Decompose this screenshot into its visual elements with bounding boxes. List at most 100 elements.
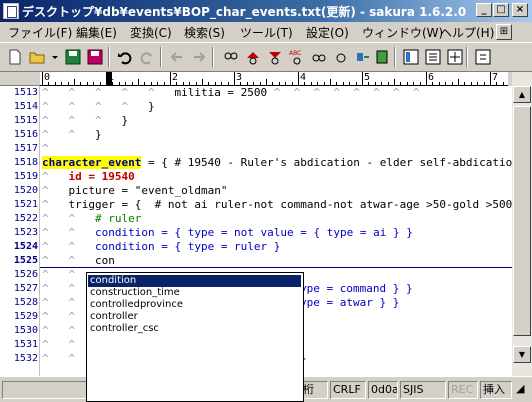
line-number: 1523	[13, 227, 38, 238]
minimize-button[interactable]: _	[476, 3, 492, 17]
line-number: 1532	[13, 353, 38, 364]
replace-icon[interactable]: ABC	[288, 48, 306, 66]
ruler-tick	[259, 82, 261, 85]
compare-icon[interactable]	[354, 48, 372, 66]
save-as-icon[interactable]	[86, 48, 104, 66]
autocomplete-item[interactable]: controller_csc	[88, 323, 301, 335]
ruler-tick	[477, 82, 479, 85]
menu-settings[interactable]: 設定(O)	[306, 24, 349, 41]
autocomplete-popup[interactable]: condition construction_time controlledpr…	[86, 272, 304, 402]
type-settings-icon[interactable]	[424, 48, 442, 66]
status-rec: REC	[448, 381, 478, 399]
autocomplete-item[interactable]: condition	[88, 275, 301, 287]
line-number: 1527	[13, 283, 38, 294]
search-next-icon[interactable]	[266, 48, 284, 66]
resize-grip-icon[interactable]: ◢	[514, 381, 530, 399]
ruler-tick	[61, 82, 63, 85]
ruler-tick	[93, 82, 95, 85]
menu-window[interactable]: ウィンドウ(W)	[362, 24, 443, 41]
maximize-button[interactable]: □	[493, 3, 509, 17]
ruler-tick	[400, 82, 402, 85]
code-line: ^ ^ condition = { type = ruler }	[42, 240, 281, 253]
ruler-tick	[483, 82, 485, 85]
ruler-tick	[240, 82, 242, 85]
bookmark-icon[interactable]	[374, 48, 392, 66]
ruler[interactable]: 01234567	[40, 72, 508, 86]
ruler-tick	[464, 82, 466, 85]
toolbar-separator	[160, 47, 162, 67]
code-line: ^	[42, 142, 49, 155]
ruler-tick	[54, 82, 56, 85]
status-insert-mode[interactable]: 挿入	[480, 381, 512, 399]
ruler-tick	[48, 82, 50, 85]
autocomplete-item[interactable]: controller	[88, 311, 301, 323]
ruler-tick	[413, 82, 415, 85]
new-file-icon[interactable]	[6, 48, 24, 66]
ruler-tick	[291, 82, 293, 85]
ruler-tick	[432, 82, 434, 85]
line-number: 1521	[13, 199, 38, 210]
ruler-tick	[336, 82, 338, 85]
line-number: 1525	[13, 255, 38, 266]
ruler-tick	[445, 82, 447, 85]
status-eol[interactable]: CRLF	[330, 381, 366, 399]
status-char-code: 0d0a	[368, 381, 398, 399]
jump-back-icon[interactable]	[168, 48, 186, 66]
ruler-tick	[304, 82, 306, 85]
menu-help[interactable]: ヘルプ(H)	[440, 24, 494, 41]
search-icon[interactable]	[222, 48, 240, 66]
ruler-tick	[502, 82, 504, 85]
ruler-tick	[170, 72, 171, 85]
scroll-down-button[interactable]: ▼	[513, 346, 531, 363]
jump-forward-icon[interactable]	[190, 48, 208, 66]
scroll-up-button[interactable]: ▲	[513, 86, 531, 103]
menu-edit[interactable]: 編集(E)	[76, 24, 117, 41]
line-number: 1519	[13, 171, 38, 182]
save-icon[interactable]	[64, 48, 82, 66]
ruler-tick	[150, 82, 152, 85]
undo-icon[interactable]	[116, 48, 134, 66]
help-icon[interactable]	[474, 48, 492, 66]
ruler-tick	[406, 82, 408, 85]
ruler-tick	[317, 82, 319, 85]
ruler-tick	[189, 82, 191, 85]
grep-icon[interactable]	[310, 48, 328, 66]
search-prev-icon[interactable]	[244, 48, 262, 66]
ruler-tick	[86, 82, 88, 85]
ruler-tick	[419, 82, 421, 85]
ruler-tick	[176, 82, 178, 85]
code-line: ^ ^ # ruler	[42, 212, 142, 225]
code-line: ^ ^ condition = { type = not value = { t…	[42, 226, 413, 239]
redo-icon[interactable]	[138, 48, 156, 66]
code-line: ^ id = 19540	[42, 170, 135, 183]
autocomplete-item[interactable]: controlledprovince	[88, 299, 301, 311]
code-line: ^ picture = "event_oldman"	[42, 184, 228, 197]
close-button[interactable]: ×	[512, 3, 528, 17]
cursor-line-underline	[40, 267, 512, 268]
vertical-scrollbar[interactable]: ▲ ▼	[512, 72, 532, 376]
common-settings-icon[interactable]	[446, 48, 464, 66]
ruler-tick	[342, 82, 344, 85]
title-bar: デスクトップ¥db¥events¥BOP_char_events.txt(更新)…	[0, 0, 532, 22]
code-line: ^ ^ con	[42, 254, 115, 267]
menu-bar: ファイル(F) 編集(E) 変換(C) 検索(S) ツール(T) 設定(O) ウ…	[0, 22, 532, 41]
autocomplete-item[interactable]: construction_time	[88, 287, 301, 299]
ruler-tick	[387, 82, 389, 85]
scroll-thumb[interactable]	[513, 106, 531, 336]
menu-file[interactable]: ファイル(F)	[8, 24, 72, 41]
status-encoding[interactable]: SJIS	[400, 381, 446, 399]
ruler-tick	[451, 82, 453, 85]
outline-icon[interactable]	[402, 48, 420, 66]
app-icon[interactable]	[3, 3, 19, 19]
line-number: 1517	[13, 143, 38, 154]
doc-restore-button[interactable]: ⊞	[496, 24, 512, 40]
ruler-corner	[0, 72, 40, 86]
menu-tools[interactable]: ツール(T)	[240, 24, 293, 41]
tag-jump-icon[interactable]	[332, 48, 350, 66]
menu-search[interactable]: 検索(S)	[184, 24, 225, 41]
menu-convert[interactable]: 変換(C)	[130, 24, 172, 41]
line-number: 1516	[13, 129, 38, 140]
open-folder-icon[interactable]	[28, 48, 46, 66]
chevron-down-icon[interactable]	[46, 48, 58, 66]
line-number: 1522	[13, 213, 38, 224]
